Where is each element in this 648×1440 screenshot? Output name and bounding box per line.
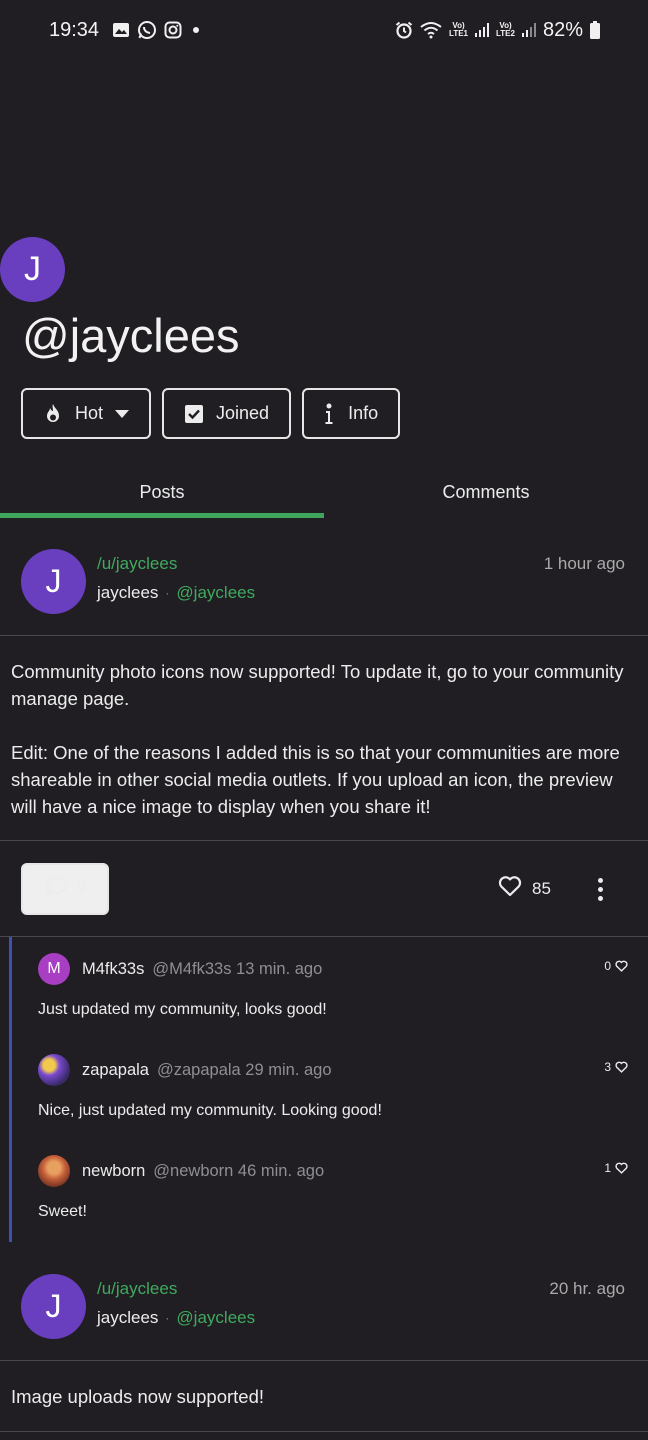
commenter-name[interactable]: newborn (82, 1162, 145, 1181)
signal-bars-icon (475, 23, 489, 37)
post-actions: 9 85 (0, 863, 648, 915)
joined-label: Joined (216, 403, 270, 423)
comment-like-button[interactable]: 3 (604, 1060, 628, 1074)
battery-percent: 82% (542, 18, 583, 41)
post-body[interactable]: Image uploads now supported! (11, 1383, 641, 1410)
gallery-icon (112, 22, 130, 38)
comment-item[interactable]: zapapala @zapapala 29 min. ago Nice, jus… (38, 1054, 638, 1154)
comment-like-button[interactable]: 1 (604, 1161, 628, 1175)
post-community-link[interactable]: /u/jayclees (97, 554, 177, 574)
more-options-icon[interactable] (590, 875, 610, 903)
like-count: 85 (532, 878, 551, 898)
post-header: J /u/jayclees jayclees · @jayclees 1 hou… (0, 534, 648, 644)
post-timestamp: 1 hour ago (543, 554, 625, 573)
instagram-icon (164, 21, 182, 39)
signal-lte1-icon: Vo) LTE1 (449, 21, 468, 38)
sort-label: Hot (75, 403, 104, 423)
heart-icon (498, 875, 522, 902)
signal-lte2-icon: Vo) LTE2 (496, 21, 515, 38)
comment-meta: @zapapala 29 min. ago (156, 1060, 332, 1079)
comment-like-count: 3 (604, 1060, 611, 1074)
comment-meta: @newborn 46 min. ago (153, 1161, 325, 1180)
comments-button[interactable]: 9 (21, 863, 109, 915)
flame-icon (43, 403, 63, 425)
commenter-avatar[interactable]: M (38, 953, 70, 985)
commenter-name[interactable]: M4fk33s (82, 960, 144, 979)
post-paragraph: Image uploads now supported! (11, 1386, 265, 1407)
tab-bar: Posts Comments (0, 466, 648, 518)
heart-icon (615, 960, 628, 972)
caret-down-icon (115, 409, 130, 419)
separator-dot: · (165, 1311, 170, 1325)
comment-item[interactable]: M M4fk33s @M4fk33s 13 min. ago Just upda… (38, 953, 638, 1053)
author-avatar[interactable]: J (21, 549, 86, 614)
comment-bubble-icon (44, 876, 68, 903)
post-timestamp: 20 hr. ago (549, 1279, 625, 1298)
community-avatar[interactable]: J (0, 237, 65, 302)
divider (0, 1360, 648, 1361)
comment-like-button[interactable]: 0 (604, 959, 628, 973)
wifi-icon (420, 21, 442, 39)
post-author: jayclees · @jayclees (97, 583, 255, 603)
comment-like-count: 1 (604, 1161, 611, 1175)
comment-meta: @M4fk33s 13 min. ago (152, 959, 323, 978)
author-handle[interactable]: @jayclees (176, 1308, 255, 1328)
divider (0, 840, 648, 841)
post-community-link[interactable]: /u/jayclees (97, 1279, 177, 1299)
info-icon (324, 403, 334, 425)
community-actions: Hot Joined Info (21, 388, 401, 439)
status-bar: 19:34 Vo) LTE1 Vo) LTE2 82% (0, 0, 648, 60)
comment-text: Nice, just updated my community. Looking… (38, 1102, 382, 1119)
community-title: @jayclees (22, 309, 240, 362)
post-paragraph: Community photo icons now supported! To … (11, 661, 624, 709)
comment-text: Just updated my community, looks good! (38, 1001, 327, 1018)
divider (0, 936, 648, 937)
post-header: J /u/jayclees jayclees · @jayclees 20 hr… (0, 1259, 648, 1369)
author-avatar[interactable]: J (21, 1274, 86, 1339)
comment-thread-line (9, 937, 12, 1242)
community-avatar-letter: J (24, 250, 41, 288)
comment-like-count: 0 (604, 959, 611, 973)
alarm-icon (395, 21, 413, 39)
battery-icon (590, 21, 600, 39)
info-button[interactable]: Info (302, 388, 401, 439)
author-name[interactable]: jayclees (97, 1308, 158, 1328)
commenter-name[interactable]: zapapala (82, 1061, 149, 1080)
author-handle[interactable]: @jayclees (176, 583, 255, 603)
author-avatar-letter: J (45, 1288, 62, 1324)
heart-icon (615, 1061, 628, 1073)
tab-comments[interactable]: Comments (324, 466, 648, 518)
comment-count: 9 (77, 880, 87, 897)
heart-icon (615, 1162, 628, 1174)
divider (0, 1431, 648, 1432)
commenter-avatar[interactable] (38, 1155, 70, 1187)
post-body[interactable]: Community photo icons now supported! To … (11, 658, 641, 820)
info-label: Info (348, 403, 379, 423)
whatsapp-icon (137, 20, 157, 40)
joined-button[interactable]: Joined (162, 388, 292, 439)
notification-dot-icon (193, 27, 200, 33)
post-paragraph: Edit: One of the reasons I added this is… (11, 742, 620, 817)
like-button[interactable]: 85 (498, 875, 551, 902)
post-author: jayclees · @jayclees (97, 1308, 255, 1328)
sort-button[interactable]: Hot (21, 388, 152, 439)
commenter-avatar[interactable] (38, 1054, 70, 1086)
checkbox-checked-icon (184, 404, 204, 424)
comment-text: Sweet! (38, 1203, 87, 1220)
signal-bars-icon (521, 23, 536, 37)
separator-dot: · (165, 586, 170, 600)
author-name[interactable]: jayclees (97, 583, 158, 603)
tab-posts[interactable]: Posts (0, 466, 324, 518)
divider (0, 635, 648, 636)
comment-item[interactable]: newborn @newborn 46 min. ago Sweet! 1 (38, 1155, 638, 1255)
status-time: 19:34 (49, 18, 100, 41)
author-avatar-letter: J (45, 563, 62, 599)
